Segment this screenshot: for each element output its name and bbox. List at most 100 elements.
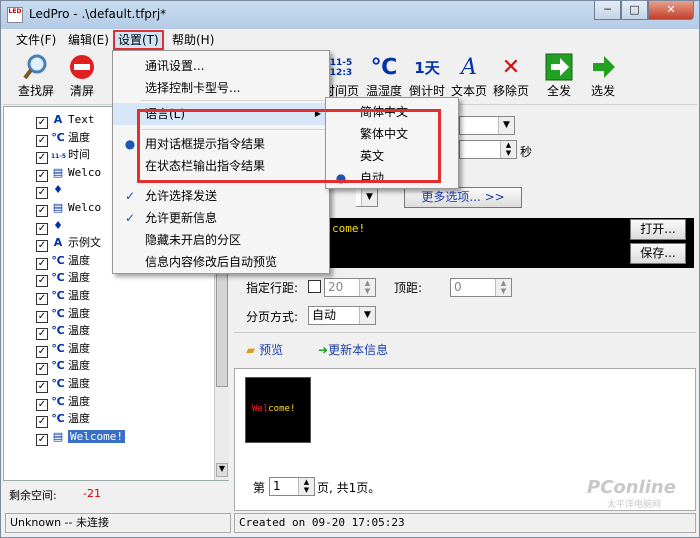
page-spinner[interactable]: 1 ▲ ▼ [269, 477, 315, 496]
chevron-down-icon: ▼ [359, 307, 375, 324]
language-option-label: 简体中文 [360, 105, 409, 119]
tree-item[interactable]: ✓ ℃ 温度 [36, 129, 90, 147]
countdown-button[interactable]: 1天 倒计时 [407, 53, 447, 103]
language-option[interactable]: 英文 [326, 145, 458, 167]
update-info-link[interactable]: ➜更新本信息 [318, 341, 388, 358]
menu-edit[interactable]: 编辑(E) [65, 32, 112, 49]
seconds-spinner[interactable]: ▲ ▼ [459, 140, 517, 159]
text-page-button[interactable]: A 文本页 [449, 53, 489, 103]
checkbox-checked-icon[interactable]: ✓ [36, 416, 48, 429]
settings-menu-item[interactable]: 语言(L) ▶ [113, 103, 329, 125]
settings-menu-item[interactable]: ● 用对话框提示指令结果 [113, 133, 329, 155]
save-button[interactable]: 保存... [630, 243, 686, 264]
settings-menu-item[interactable]: 信息内容修改后自动预览 [113, 251, 329, 273]
tree-item[interactable]: ✓ ♦ [36, 217, 68, 235]
status-connection: Unknown -- 未连接 [5, 513, 231, 533]
settings-menu-item[interactable]: 选择控制卡型号... [113, 77, 329, 99]
effect-select[interactable]: ▼ [356, 188, 378, 207]
scroll-down-icon[interactable]: ▼ [216, 463, 228, 477]
message-text: come! [332, 222, 366, 235]
tree-item-type-icon: ℃ [51, 306, 65, 320]
checkbox-checked-icon[interactable]: ✓ [36, 293, 48, 305]
checkbox-checked-icon[interactable]: ✓ [36, 257, 48, 270]
tree-item[interactable]: ✓ A Text [36, 111, 95, 129]
tree-item-label: 温度 [68, 394, 90, 408]
tree-item[interactable]: ✓ ℃ 温度 [36, 340, 90, 358]
checkbox-checked-icon[interactable]: ✓ [36, 152, 48, 165]
checkbox-checked-icon[interactable]: ✓ [36, 205, 48, 217]
tree-item[interactable]: ✓ ℃ 温度 [36, 357, 90, 376]
duration-select[interactable]: ▼ [459, 116, 515, 135]
tree-item[interactable]: ✓ 11-5 时间 [36, 146, 90, 165]
checkbox-checked-icon[interactable]: ✓ [36, 433, 48, 446]
preview-link[interactable]: ▰ 预览 [246, 341, 283, 358]
checkbox-checked-icon[interactable]: ✓ [36, 398, 48, 411]
menu-file[interactable]: 文件(F) [13, 32, 59, 49]
tree-item[interactable]: ✓ ℃ 温度 [36, 375, 90, 393]
remove-page-button[interactable]: ✕ 移除页 [491, 53, 531, 103]
settings-menu-item[interactable]: 在状态栏输出指令结果 [113, 155, 329, 177]
close-button[interactable]: ✕ [648, 1, 694, 20]
checkbox-checked-icon[interactable]: ✓ [36, 117, 48, 129]
tree-item-label: Welco [68, 165, 102, 179]
checkbox-checked-icon[interactable]: ✓ [36, 310, 48, 323]
minimize-button[interactable]: ─ [594, 1, 621, 20]
menu-settings[interactable]: 设置(T) [113, 30, 164, 50]
open-button[interactable]: 打开... [630, 219, 686, 240]
clear-screen-button[interactable]: 清屏 [59, 53, 105, 103]
settings-menu-item[interactable]: ✓ 允许更新信息 [113, 207, 329, 229]
checkbox-checked-icon[interactable]: ✓ [36, 222, 48, 235]
checkbox-checked-icon[interactable]: ✓ [36, 381, 48, 393]
send-all-button[interactable]: 全发 [539, 53, 579, 103]
menu-help[interactable]: 帮助(H) [169, 32, 217, 49]
checkbox-checked-icon[interactable]: ✓ [36, 275, 48, 288]
checkbox-checked-icon[interactable]: ✓ [36, 187, 48, 200]
find-screen-button[interactable]: 查找屏 [13, 53, 59, 103]
checkbox-checked-icon[interactable]: ✓ [36, 134, 48, 147]
submenu-arrow-icon: ▶ [314, 109, 321, 118]
more-options-button[interactable]: 更多选项... >> [404, 187, 522, 208]
tree-item[interactable]: ✓ ℃ 温度 [36, 287, 90, 305]
tree-item[interactable]: ✓ ℃ 温度 [36, 252, 90, 270]
tree-item[interactable]: ✓ A 示例文 [36, 234, 101, 253]
checkbox-checked-icon[interactable]: ✓ [36, 345, 48, 358]
tree-item-label: Welcome! [68, 429, 125, 443]
top-distance-spinner[interactable]: 0 ▲ ▼ [450, 278, 512, 297]
line-spacing-checkbox[interactable] [308, 280, 321, 293]
led-text-yellow: come! [268, 404, 296, 414]
text-a-icon: A [461, 55, 477, 80]
line-spacing-spinner[interactable]: 20 ▲ ▼ [324, 278, 376, 297]
send-selected-button[interactable]: 选发 [583, 53, 623, 103]
tree-item[interactable]: ✓ ℃ 温度 [36, 305, 90, 323]
checkbox-checked-icon[interactable]: ✓ [36, 328, 48, 341]
tree-item[interactable]: ✓ ℃ 温度 [36, 322, 90, 341]
checkbox-checked-icon[interactable]: ✓ [36, 240, 48, 253]
language-option[interactable]: 繁体中文 [326, 123, 458, 145]
settings-menu-label: 选择控制卡型号... [145, 81, 241, 95]
language-option[interactable]: 简体中文 [326, 101, 458, 123]
settings-menu-item[interactable]: ✓ 允许选择发送 [113, 185, 329, 207]
radio-dot-icon: ● [124, 137, 136, 151]
tree-item-type-icon: ▤ [52, 201, 64, 214]
temp-humidity-button[interactable]: ℃ 温湿度 [363, 53, 405, 103]
tree-item[interactable]: ✓ ▤ Welco [36, 199, 101, 217]
tree-item[interactable]: ✓ ℃ 温度 [36, 269, 90, 288]
remove-x-icon: ✕ [501, 55, 521, 80]
maximize-button[interactable]: □ [621, 1, 648, 20]
tree-item[interactable]: ✓ ℃ 温度 [36, 393, 90, 411]
spinner-icon: ▲ ▼ [359, 279, 375, 296]
celsius-icon: ℃ [370, 55, 398, 80]
language-option[interactable]: ● 自动 [326, 167, 458, 189]
paging-select[interactable]: 自动 ▼ [308, 306, 376, 325]
tree-item[interactable]: ✓ ▤ Welcome! [36, 428, 125, 446]
checkbox-checked-icon[interactable]: ✓ [36, 169, 48, 182]
tree-item[interactable]: ✓ ▤ Welco [36, 164, 102, 182]
settings-menu-item[interactable]: 隐藏未开启的分区 [113, 229, 329, 251]
top-distance-label: 顶距: [394, 281, 423, 295]
tree-item-type-icon: ℃ [51, 341, 65, 355]
tree-item-label: 温度 [68, 289, 90, 302]
settings-menu-item[interactable]: 通讯设置... [113, 55, 329, 77]
tree-item[interactable]: ✓ ♦ [36, 181, 68, 200]
checkbox-checked-icon[interactable]: ✓ [36, 363, 48, 376]
tree-item[interactable]: ✓ ℃ 温度 [36, 410, 90, 429]
